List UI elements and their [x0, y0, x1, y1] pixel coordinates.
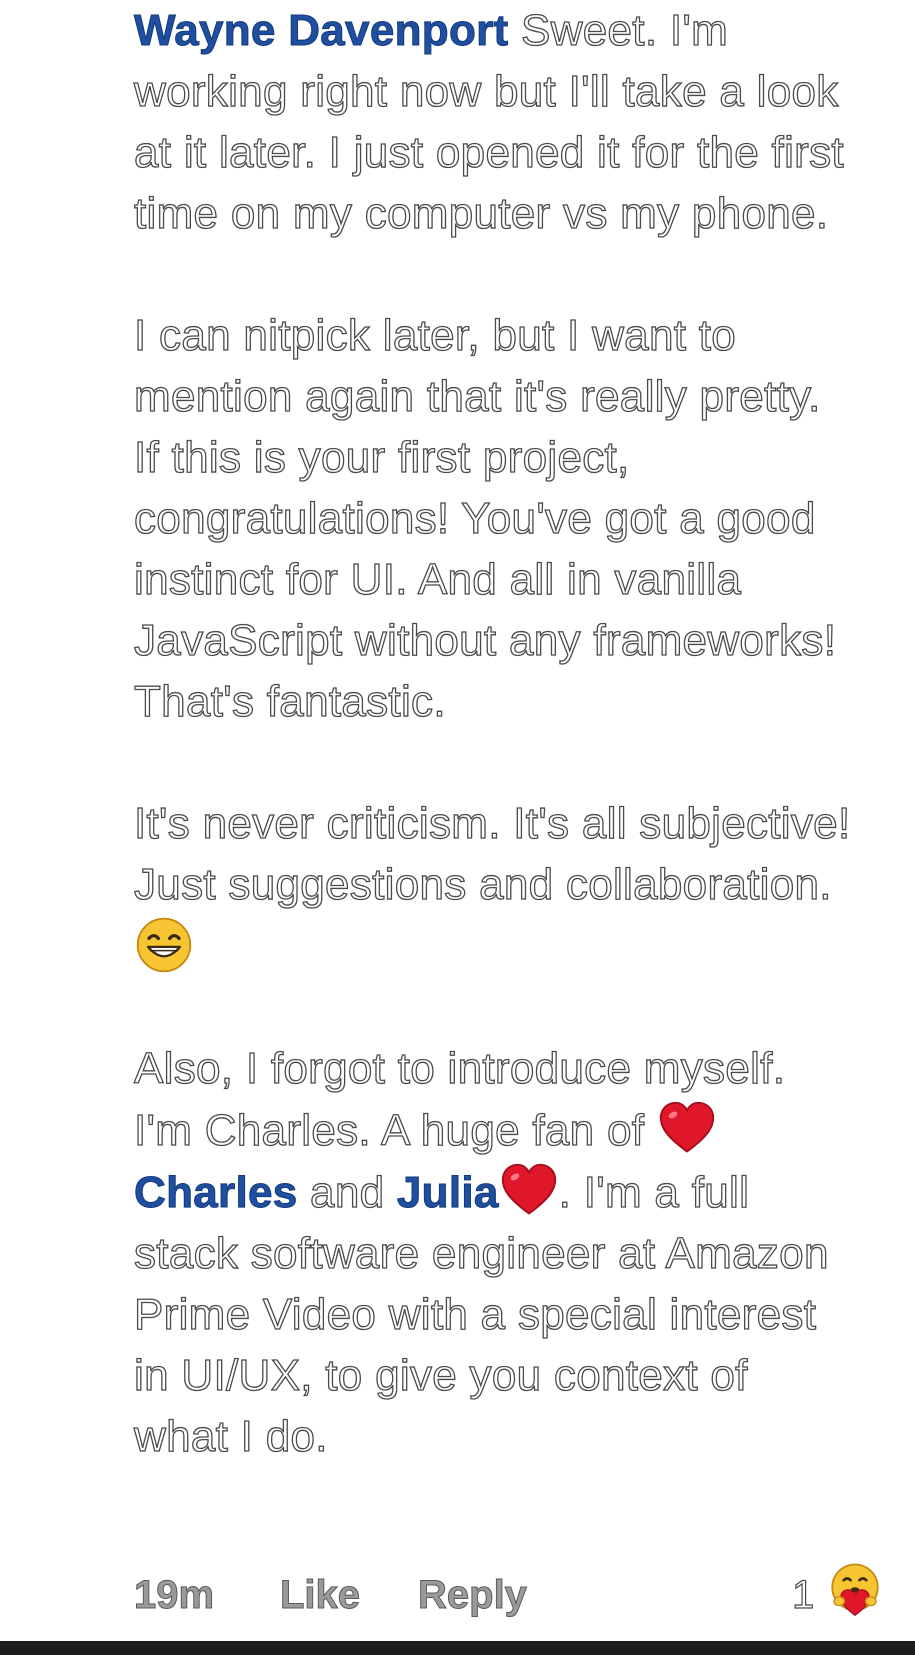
comment-text: It's never criticism. It's all subjectiv… — [133, 798, 851, 909]
comment-timestamp[interactable]: 19m — [133, 1565, 214, 1625]
red-heart-icon — [499, 1161, 559, 1221]
comment-text: I can nitpick later, but I want to menti… — [133, 310, 837, 726]
comment-paragraph: It's never criticism. It's all subjectiv… — [133, 793, 854, 977]
like-button[interactable]: Like — [279, 1565, 360, 1625]
comment-paragraph: Also, I forgot to introduce myself. I'm … — [133, 1038, 854, 1467]
reaction-count: 1 — [791, 1572, 815, 1617]
reply-button[interactable]: Reply — [418, 1565, 528, 1625]
comment-actions: 19m Like Reply 1 — [133, 1563, 894, 1625]
comment-author-link[interactable]: Wayne Davenport — [134, 6, 509, 56]
mention-link-charles[interactable]: Charles — [134, 1168, 298, 1218]
mention-link-julia[interactable]: Julia — [396, 1168, 498, 1218]
comment-paragraph: Wayne Davenport Sweet. I'm working right… — [133, 0, 854, 244]
comment-text: and — [309, 1167, 385, 1217]
bottom-bar — [0, 1641, 915, 1655]
care-reaction-icon[interactable] — [827, 1561, 883, 1617]
red-heart-icon — [657, 1099, 717, 1159]
comment-paragraph: I can nitpick later, but I want to menti… — [133, 305, 854, 732]
grinning-face-emoji-icon — [134, 915, 194, 975]
comment-body: Wayne Davenport Sweet. I'm working right… — [133, 0, 854, 1467]
